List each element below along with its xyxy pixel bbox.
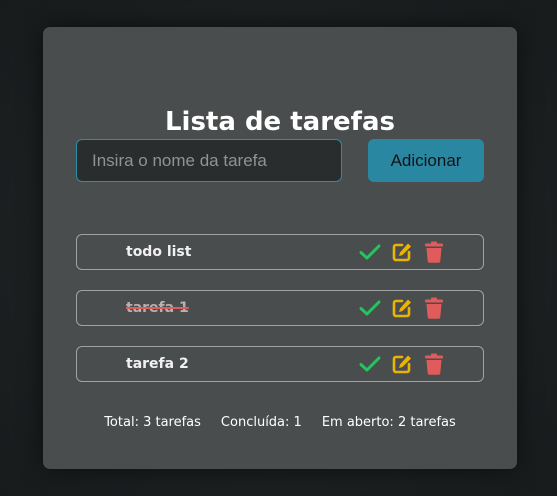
- task-name-input[interactable]: [76, 139, 342, 182]
- trash-icon[interactable]: [422, 297, 446, 319]
- edit-icon[interactable]: [390, 297, 414, 319]
- edit-icon[interactable]: [390, 241, 414, 263]
- edit-icon[interactable]: [390, 353, 414, 375]
- task-summary: Total: 3 tarefas Concluída: 1 Em aberto: 2…: [43, 413, 517, 433]
- task-label-completed: tarefa 1: [126, 300, 189, 316]
- check-icon[interactable]: [358, 297, 382, 319]
- task-actions: [358, 241, 446, 263]
- task-label: tarefa 2: [126, 356, 189, 372]
- task-list: todo list tarefa 1 tarefa 2: [76, 234, 484, 402]
- check-icon[interactable]: [358, 241, 382, 263]
- task-item: todo list: [76, 234, 484, 270]
- task-label: todo list: [126, 244, 192, 260]
- page-title: Lista de tarefas: [164, 107, 396, 137]
- todo-card: Lista de tarefas Adicionar todo list tar…: [43, 27, 517, 469]
- trash-icon[interactable]: [422, 241, 446, 263]
- task-item: tarefa 2: [76, 346, 484, 382]
- task-actions: [358, 297, 446, 319]
- task-item: tarefa 1: [76, 290, 484, 326]
- completed-count: Concluída: 1: [220, 415, 302, 430]
- open-count: Em aberto: 2 tarefas: [321, 415, 456, 430]
- task-actions: [358, 353, 446, 375]
- total-count: Total: 3 tarefas: [104, 415, 201, 430]
- add-task-button[interactable]: Adicionar: [368, 139, 484, 182]
- check-icon[interactable]: [358, 353, 382, 375]
- trash-icon[interactable]: [422, 353, 446, 375]
